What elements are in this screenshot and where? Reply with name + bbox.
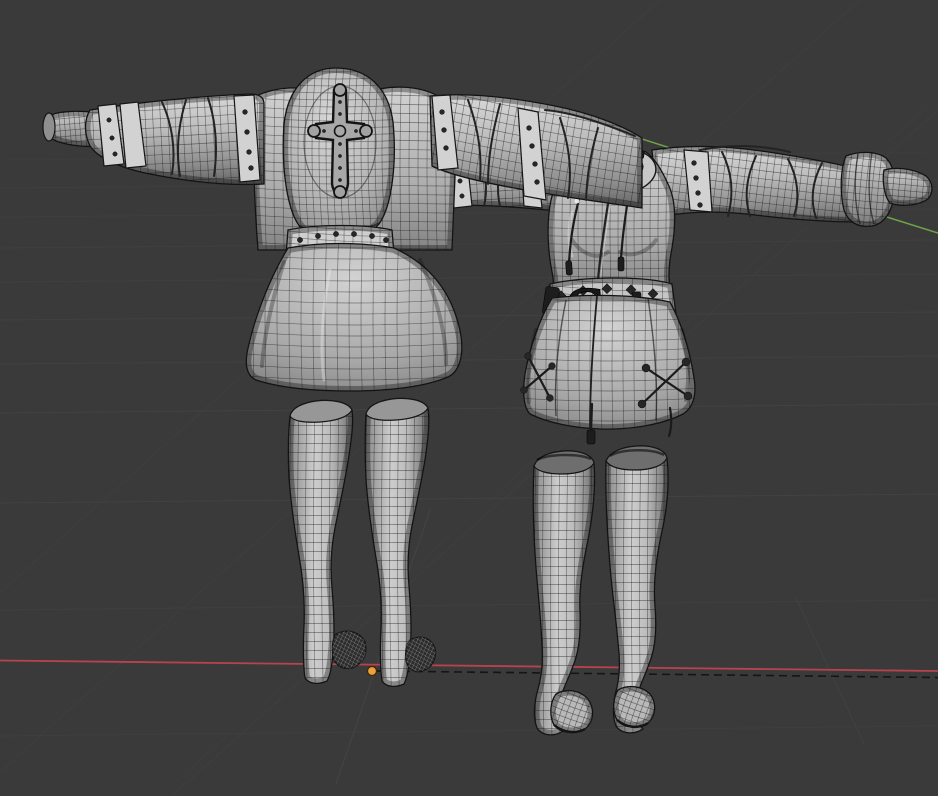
sleeve-end-cap: [43, 113, 55, 141]
blender-3d-viewport[interactable]: S: [0, 0, 938, 796]
zipper-pull: [587, 430, 595, 444]
object-origin-indicator: [368, 667, 377, 676]
drawstring-aglet: [618, 257, 624, 271]
viewport-canvas[interactable]: S: [0, 0, 938, 796]
drawstring-aglet: [566, 261, 573, 275]
